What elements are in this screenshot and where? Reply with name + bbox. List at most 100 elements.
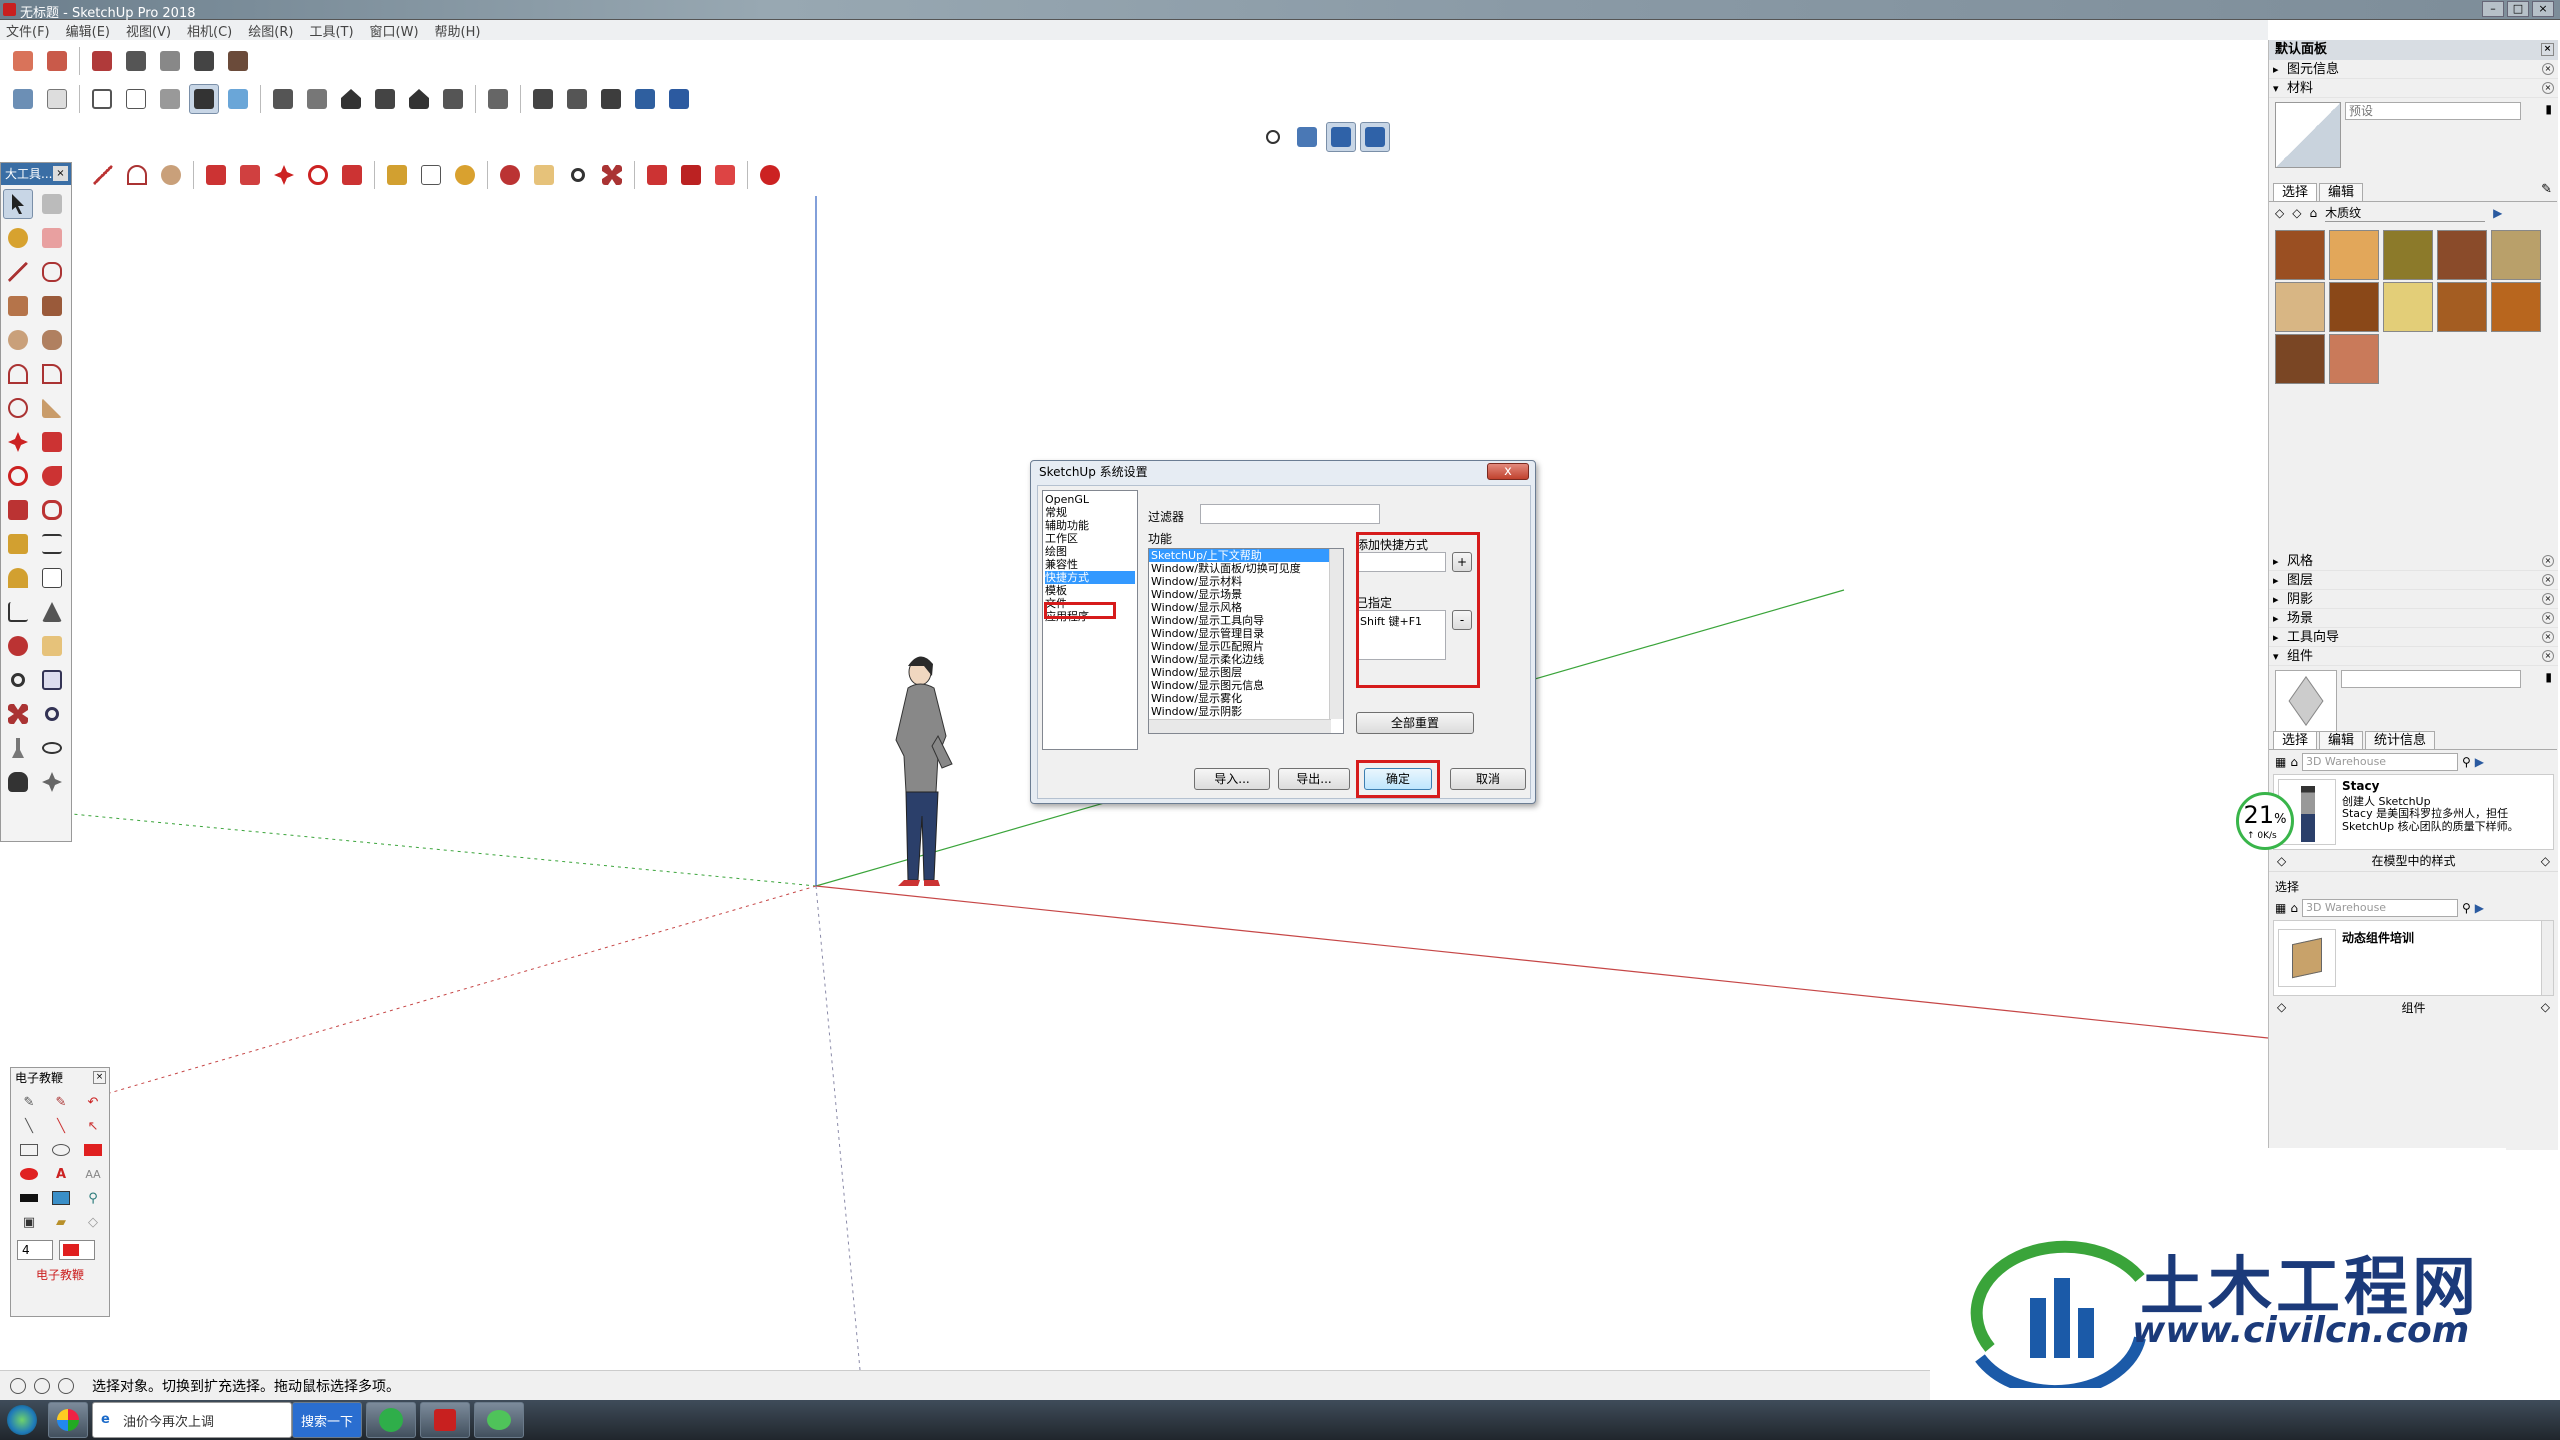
orbit-icon[interactable]: [495, 160, 525, 190]
category-item[interactable]: 兼容性: [1045, 558, 1135, 571]
drape-icon[interactable]: [155, 46, 185, 76]
details-icon[interactable]: ▶: [2475, 755, 2484, 769]
image-icon[interactable]: [49, 1188, 73, 1208]
function-item[interactable]: SketchUp/上下文帮助: [1149, 549, 1329, 562]
tab-edit[interactable]: 编辑: [2319, 183, 2364, 201]
wood-swatch[interactable]: [2329, 334, 2379, 384]
category-item[interactable]: OpenGL: [1045, 493, 1135, 506]
zoom-window-icon[interactable]: [37, 665, 67, 695]
view-style-1-icon[interactable]: [1292, 122, 1322, 152]
ellipse-fill-icon[interactable]: [17, 1164, 41, 1184]
home-icon[interactable]: ⌂: [2309, 206, 2317, 220]
material-name-input[interactable]: 预设: [2345, 102, 2521, 120]
scenes-section[interactable]: 场景 ×: [2269, 609, 2558, 628]
push-pull-tool-icon[interactable]: [37, 427, 67, 457]
component-result-2[interactable]: 动态组件培训: [2273, 920, 2554, 996]
rotated-rect-icon[interactable]: [37, 291, 67, 321]
taskbar-app-icon[interactable]: [48, 1402, 88, 1438]
rect-fill-icon[interactable]: [81, 1140, 105, 1160]
category-item[interactable]: 模板: [1045, 584, 1135, 597]
front-view-icon[interactable]: [336, 84, 366, 114]
function-item[interactable]: Window/显示工具向导: [1149, 614, 1329, 627]
home-icon[interactable]: ⌂: [2290, 755, 2298, 769]
component-5-icon[interactable]: [664, 84, 694, 114]
component-4-icon[interactable]: [630, 84, 660, 114]
pie-icon[interactable]: [37, 393, 67, 423]
function-item[interactable]: Window/显示柔化边线: [1149, 653, 1329, 666]
vertical-scrollbar[interactable]: [1329, 549, 1343, 719]
network-speed-widget[interactable]: 21% ↑ 0K/s: [2236, 792, 2294, 850]
menu-help[interactable]: 帮助(H): [435, 21, 481, 40]
forward-icon[interactable]: ◇: [2292, 206, 2301, 220]
large-toolset-header[interactable]: 大工具... ×: [1, 163, 71, 185]
home-icon[interactable]: ⌂: [2290, 901, 2298, 915]
arc-icon[interactable]: [122, 160, 152, 190]
menu-tools[interactable]: 工具(T): [309, 21, 353, 40]
components-section[interactable]: 组件 ×: [2269, 647, 2558, 666]
text-stamp-icon[interactable]: A: [49, 1164, 73, 1184]
marker-icon[interactable]: ✎: [49, 1092, 73, 1112]
tutorial-close-icon[interactable]: ×: [93, 1071, 106, 1084]
menu-file[interactable]: 文件(F): [6, 21, 50, 40]
3d-text-icon[interactable]: [37, 597, 67, 627]
text-icon[interactable]: [416, 160, 446, 190]
category-item[interactable]: 绘图: [1045, 545, 1135, 558]
extension-manager-icon[interactable]: [755, 160, 785, 190]
zoom-extents-tool-icon[interactable]: [3, 699, 33, 729]
menu-camera[interactable]: 相机(C): [187, 21, 232, 40]
ellipse-outline-icon[interactable]: [49, 1140, 73, 1160]
search-field-2[interactable]: 3D Warehouse: [2301, 899, 2458, 917]
freehand-icon[interactable]: [37, 257, 67, 287]
wood-swatch[interactable]: [2275, 282, 2325, 332]
function-item[interactable]: Window/显示图层: [1149, 666, 1329, 679]
comp-tab-select[interactable]: 选择: [2273, 731, 2318, 749]
start-button[interactable]: [0, 1400, 44, 1440]
pen-icon[interactable]: ✎: [17, 1092, 41, 1112]
flip-edge-icon[interactable]: [223, 46, 253, 76]
monochrome-icon[interactable]: [223, 84, 253, 114]
details-icon[interactable]: ▶: [2475, 901, 2484, 915]
previous-view-icon[interactable]: [37, 699, 67, 729]
comp-tab-edit[interactable]: 编辑: [2319, 731, 2364, 749]
taskbar-sketchup-icon[interactable]: [420, 1402, 471, 1438]
wireframe-icon[interactable]: [87, 84, 117, 114]
taskbar-360-icon[interactable]: [366, 1402, 417, 1438]
follow-me-icon[interactable]: [235, 160, 265, 190]
category-item[interactable]: 辅助功能: [1045, 519, 1135, 532]
nav-icon[interactable]: ◇: [2277, 854, 2286, 868]
stamp-icon[interactable]: [121, 46, 151, 76]
wood-swatch[interactable]: [2491, 282, 2541, 332]
shaded-icon[interactable]: [155, 84, 185, 114]
shadows-section[interactable]: 阴影 ×: [2269, 590, 2558, 609]
category-item[interactable]: 常规: [1045, 506, 1135, 519]
taskbar-search-button[interactable]: 搜索一下: [292, 1402, 363, 1438]
red-line-icon[interactable]: ╲: [49, 1116, 73, 1136]
position-camera-icon[interactable]: [3, 733, 33, 763]
tape-measure-icon[interactable]: [382, 160, 412, 190]
tray-close-icon[interactable]: ×: [2541, 43, 2554, 56]
details-icon[interactable]: ▶: [2493, 206, 2502, 220]
taskbar-ie[interactable]: e 油价今再次上调: [92, 1402, 292, 1438]
rect-outline-icon[interactable]: [17, 1140, 41, 1160]
add-detail-icon[interactable]: [189, 46, 219, 76]
create-material-icon[interactable]: ▮: [2545, 102, 2552, 116]
nav-icon[interactable]: ◇: [2277, 1000, 2286, 1014]
large-toolset-close-icon[interactable]: ×: [53, 166, 68, 181]
user-icon[interactable]: [58, 1377, 74, 1394]
black-bar-icon[interactable]: [17, 1188, 41, 1208]
library-select[interactable]: 木质纹: [2325, 204, 2486, 222]
orbit-tool-icon[interactable]: [3, 631, 33, 661]
zoom-extents-icon[interactable]: [597, 160, 627, 190]
three-point-arc-icon[interactable]: [3, 393, 33, 423]
make-component-icon[interactable]: [37, 189, 67, 219]
protractor-icon[interactable]: [3, 563, 33, 593]
geo-location-icon[interactable]: [10, 1377, 26, 1394]
move-icon[interactable]: [269, 160, 299, 190]
eyedropper-icon[interactable]: ✎: [2541, 182, 2552, 197]
move-tool-icon[interactable]: [3, 427, 33, 457]
function-item[interactable]: Window/显示管理目录: [1149, 627, 1329, 640]
look-around-icon[interactable]: [37, 733, 67, 763]
save-icon[interactable]: ▣: [17, 1212, 41, 1232]
wood-swatch[interactable]: [2329, 230, 2379, 280]
search-icon[interactable]: ⚲: [2462, 755, 2471, 769]
